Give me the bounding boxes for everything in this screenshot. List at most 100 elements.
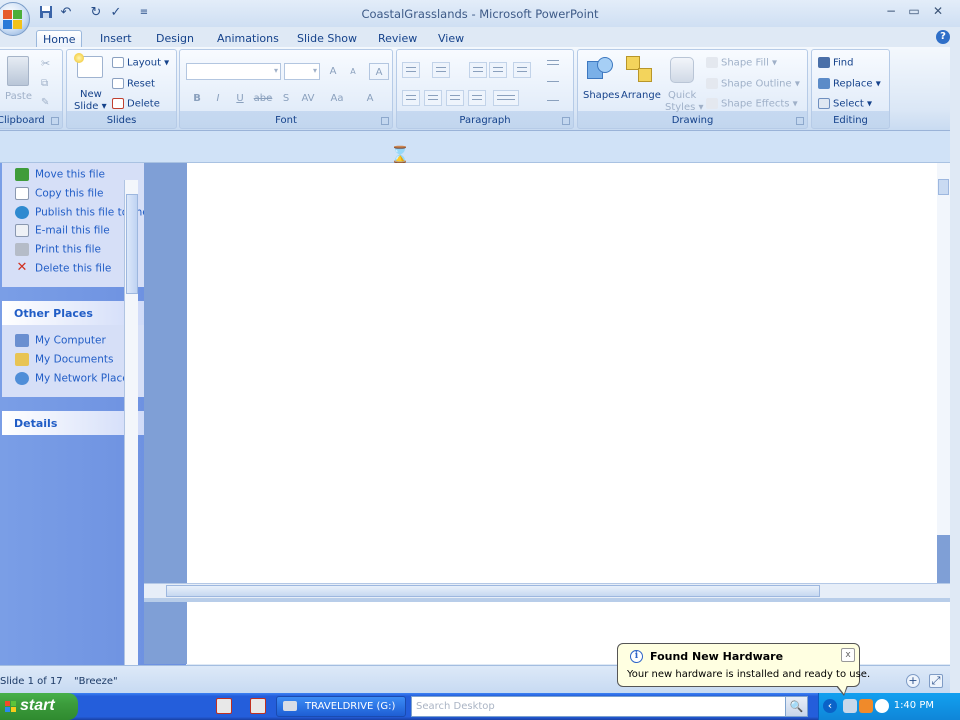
format-painter-icon[interactable]: ✎ <box>41 97 49 108</box>
cut-icon[interactable]: ✂ <box>41 57 50 70</box>
minimize-button[interactable]: − <box>881 4 901 20</box>
scroll-thumb[interactable] <box>126 194 138 294</box>
shrink-font-button[interactable]: A <box>343 63 363 80</box>
smartart-icon[interactable] <box>544 96 562 112</box>
replace-button[interactable]: Replace ▾ <box>818 78 881 90</box>
increase-indent-icon[interactable] <box>489 62 507 78</box>
taskbar-traveldrive[interactable]: TRAVELDRIVE (G:) <box>276 696 406 717</box>
help-icon[interactable]: ? <box>936 30 950 44</box>
text-shadow-button[interactable]: S <box>276 90 296 107</box>
new-slide-dropdown[interactable]: Slide ▾ <box>74 101 107 112</box>
columns-icon[interactable] <box>493 90 519 106</box>
close-button[interactable]: ✕ <box>928 4 948 20</box>
line-spacing-icon[interactable] <box>513 62 531 78</box>
powerpoint-quicklaunch-icon[interactable] <box>216 698 232 714</box>
grow-font-button[interactable]: A <box>323 63 343 80</box>
balloon-close-icon[interactable]: x <box>841 648 855 662</box>
place-my-computer[interactable]: My Computer <box>15 334 106 347</box>
slide-canvas[interactable] <box>187 163 937 583</box>
task-email-file[interactable]: E-mail this file <box>15 224 110 237</box>
security-tray-icon[interactable] <box>859 699 873 713</box>
text-direction-icon[interactable] <box>544 56 562 72</box>
task-copy-file[interactable]: Copy this file <box>15 187 103 200</box>
arrange-icon[interactable] <box>626 56 654 84</box>
start-button[interactable]: start <box>0 693 78 720</box>
italic-button[interactable]: I <box>208 90 228 107</box>
tab-view[interactable]: View <box>432 30 470 48</box>
task-delete-file[interactable]: ✕ Delete this file <box>15 261 112 275</box>
shape-fill-button[interactable]: Shape Fill ▾ <box>706 57 777 69</box>
clear-formatting-button[interactable]: A <box>369 63 389 80</box>
decrease-indent-icon[interactable] <box>469 62 487 78</box>
justify-icon[interactable] <box>468 90 486 106</box>
tab-review[interactable]: Review <box>372 30 423 48</box>
notification-balloon[interactable]: i Found New Hardware Your new hardware i… <box>617 643 870 687</box>
font-size-combo[interactable] <box>284 63 320 80</box>
tab-design[interactable]: Design <box>150 30 200 48</box>
desktop-search-input[interactable]: Search Desktop 🔍 <box>411 696 808 717</box>
hardware-tray-icon[interactable] <box>843 699 857 713</box>
vertical-scrollbar[interactable] <box>937 163 950 535</box>
shape-fill-icon <box>706 57 718 68</box>
change-case-button[interactable]: Aa <box>327 90 347 107</box>
align-text-icon[interactable] <box>544 77 562 93</box>
tab-insert[interactable]: Insert <box>94 30 138 48</box>
powerpoint-task-icon[interactable] <box>250 698 266 714</box>
quick-styles-label[interactable]: Quick <box>668 90 696 101</box>
quick-styles-dropdown[interactable]: Styles ▾ <box>665 102 704 113</box>
font-launcher-icon[interactable] <box>381 117 389 125</box>
theme-name: "Breeze" <box>74 676 118 687</box>
paste-button[interactable]: Paste <box>5 91 32 102</box>
new-slide-label[interactable]: New <box>80 89 102 100</box>
task-print-file[interactable]: Print this file <box>15 243 101 256</box>
paste-icon[interactable] <box>7 56 29 86</box>
find-button[interactable]: Find <box>818 57 854 69</box>
bullets-icon[interactable] <box>402 62 420 78</box>
font-color-button[interactable]: A <box>360 90 380 107</box>
shapes-icon[interactable] <box>587 57 613 83</box>
clock: 1:40 PM <box>893 700 934 711</box>
slides-label: Slides <box>106 115 137 126</box>
balloon-tail-inner <box>837 685 847 694</box>
quick-styles-icon[interactable] <box>670 57 694 83</box>
delete-slide-button[interactable]: Delete <box>112 98 160 110</box>
copy-icon[interactable]: ⧉ <box>41 78 48 89</box>
arrange-button[interactable]: Arrange <box>621 90 661 101</box>
align-center-icon[interactable] <box>424 90 442 106</box>
drawing-launcher-icon[interactable] <box>796 117 804 125</box>
numbering-icon[interactable] <box>432 62 450 78</box>
strikethrough-button[interactable]: abe <box>253 90 273 107</box>
fit-slide-icon[interactable]: ⤢ <box>929 674 943 688</box>
reset-button[interactable]: Reset <box>112 78 155 90</box>
task-move-file[interactable]: Move this file <box>15 168 105 181</box>
zoom-in-icon[interactable]: + <box>906 674 920 688</box>
place-my-network[interactable]: My Network Places <box>15 372 134 385</box>
vertical-scroll-thumb[interactable] <box>938 179 949 195</box>
layout-button[interactable]: Layout ▾ <box>112 57 169 69</box>
shape-effects-button[interactable]: Shape Effects ▾ <box>706 98 798 110</box>
font-family-combo[interactable] <box>186 63 281 80</box>
align-left-icon[interactable] <box>402 90 420 106</box>
character-spacing-button[interactable]: AV <box>298 90 318 107</box>
maximize-button[interactable]: ▭ <box>904 4 924 20</box>
search-icon[interactable]: 🔍 <box>785 697 807 716</box>
paragraph-launcher-icon[interactable] <box>562 117 570 125</box>
align-right-icon[interactable] <box>446 90 464 106</box>
tray-expand-icon[interactable]: ‹ <box>823 699 837 713</box>
task-pane-scrollbar[interactable] <box>124 180 138 666</box>
new-slide-icon[interactable] <box>74 53 103 78</box>
network-tray-icon[interactable] <box>875 699 889 713</box>
clipboard-launcher-icon[interactable] <box>51 117 59 125</box>
tab-home[interactable]: Home <box>36 30 83 48</box>
tab-animations[interactable]: Animations <box>211 30 285 48</box>
tab-slide-show[interactable]: Slide Show <box>291 30 363 48</box>
horizontal-scrollbar[interactable] <box>144 583 950 598</box>
horizontal-scroll-thumb[interactable] <box>166 585 820 597</box>
shapes-button[interactable]: Shapes <box>583 90 620 101</box>
shape-outline-button[interactable]: Shape Outline ▾ <box>706 78 800 90</box>
select-button[interactable]: Select ▾ <box>818 98 872 110</box>
bold-button[interactable]: B <box>187 90 207 107</box>
underline-button[interactable]: U <box>230 90 250 107</box>
place-my-documents[interactable]: My Documents <box>15 353 113 366</box>
ribbon: Paste ✂ ⧉ ✎ Clipboard New Slide ▾ Layout… <box>0 47 950 131</box>
